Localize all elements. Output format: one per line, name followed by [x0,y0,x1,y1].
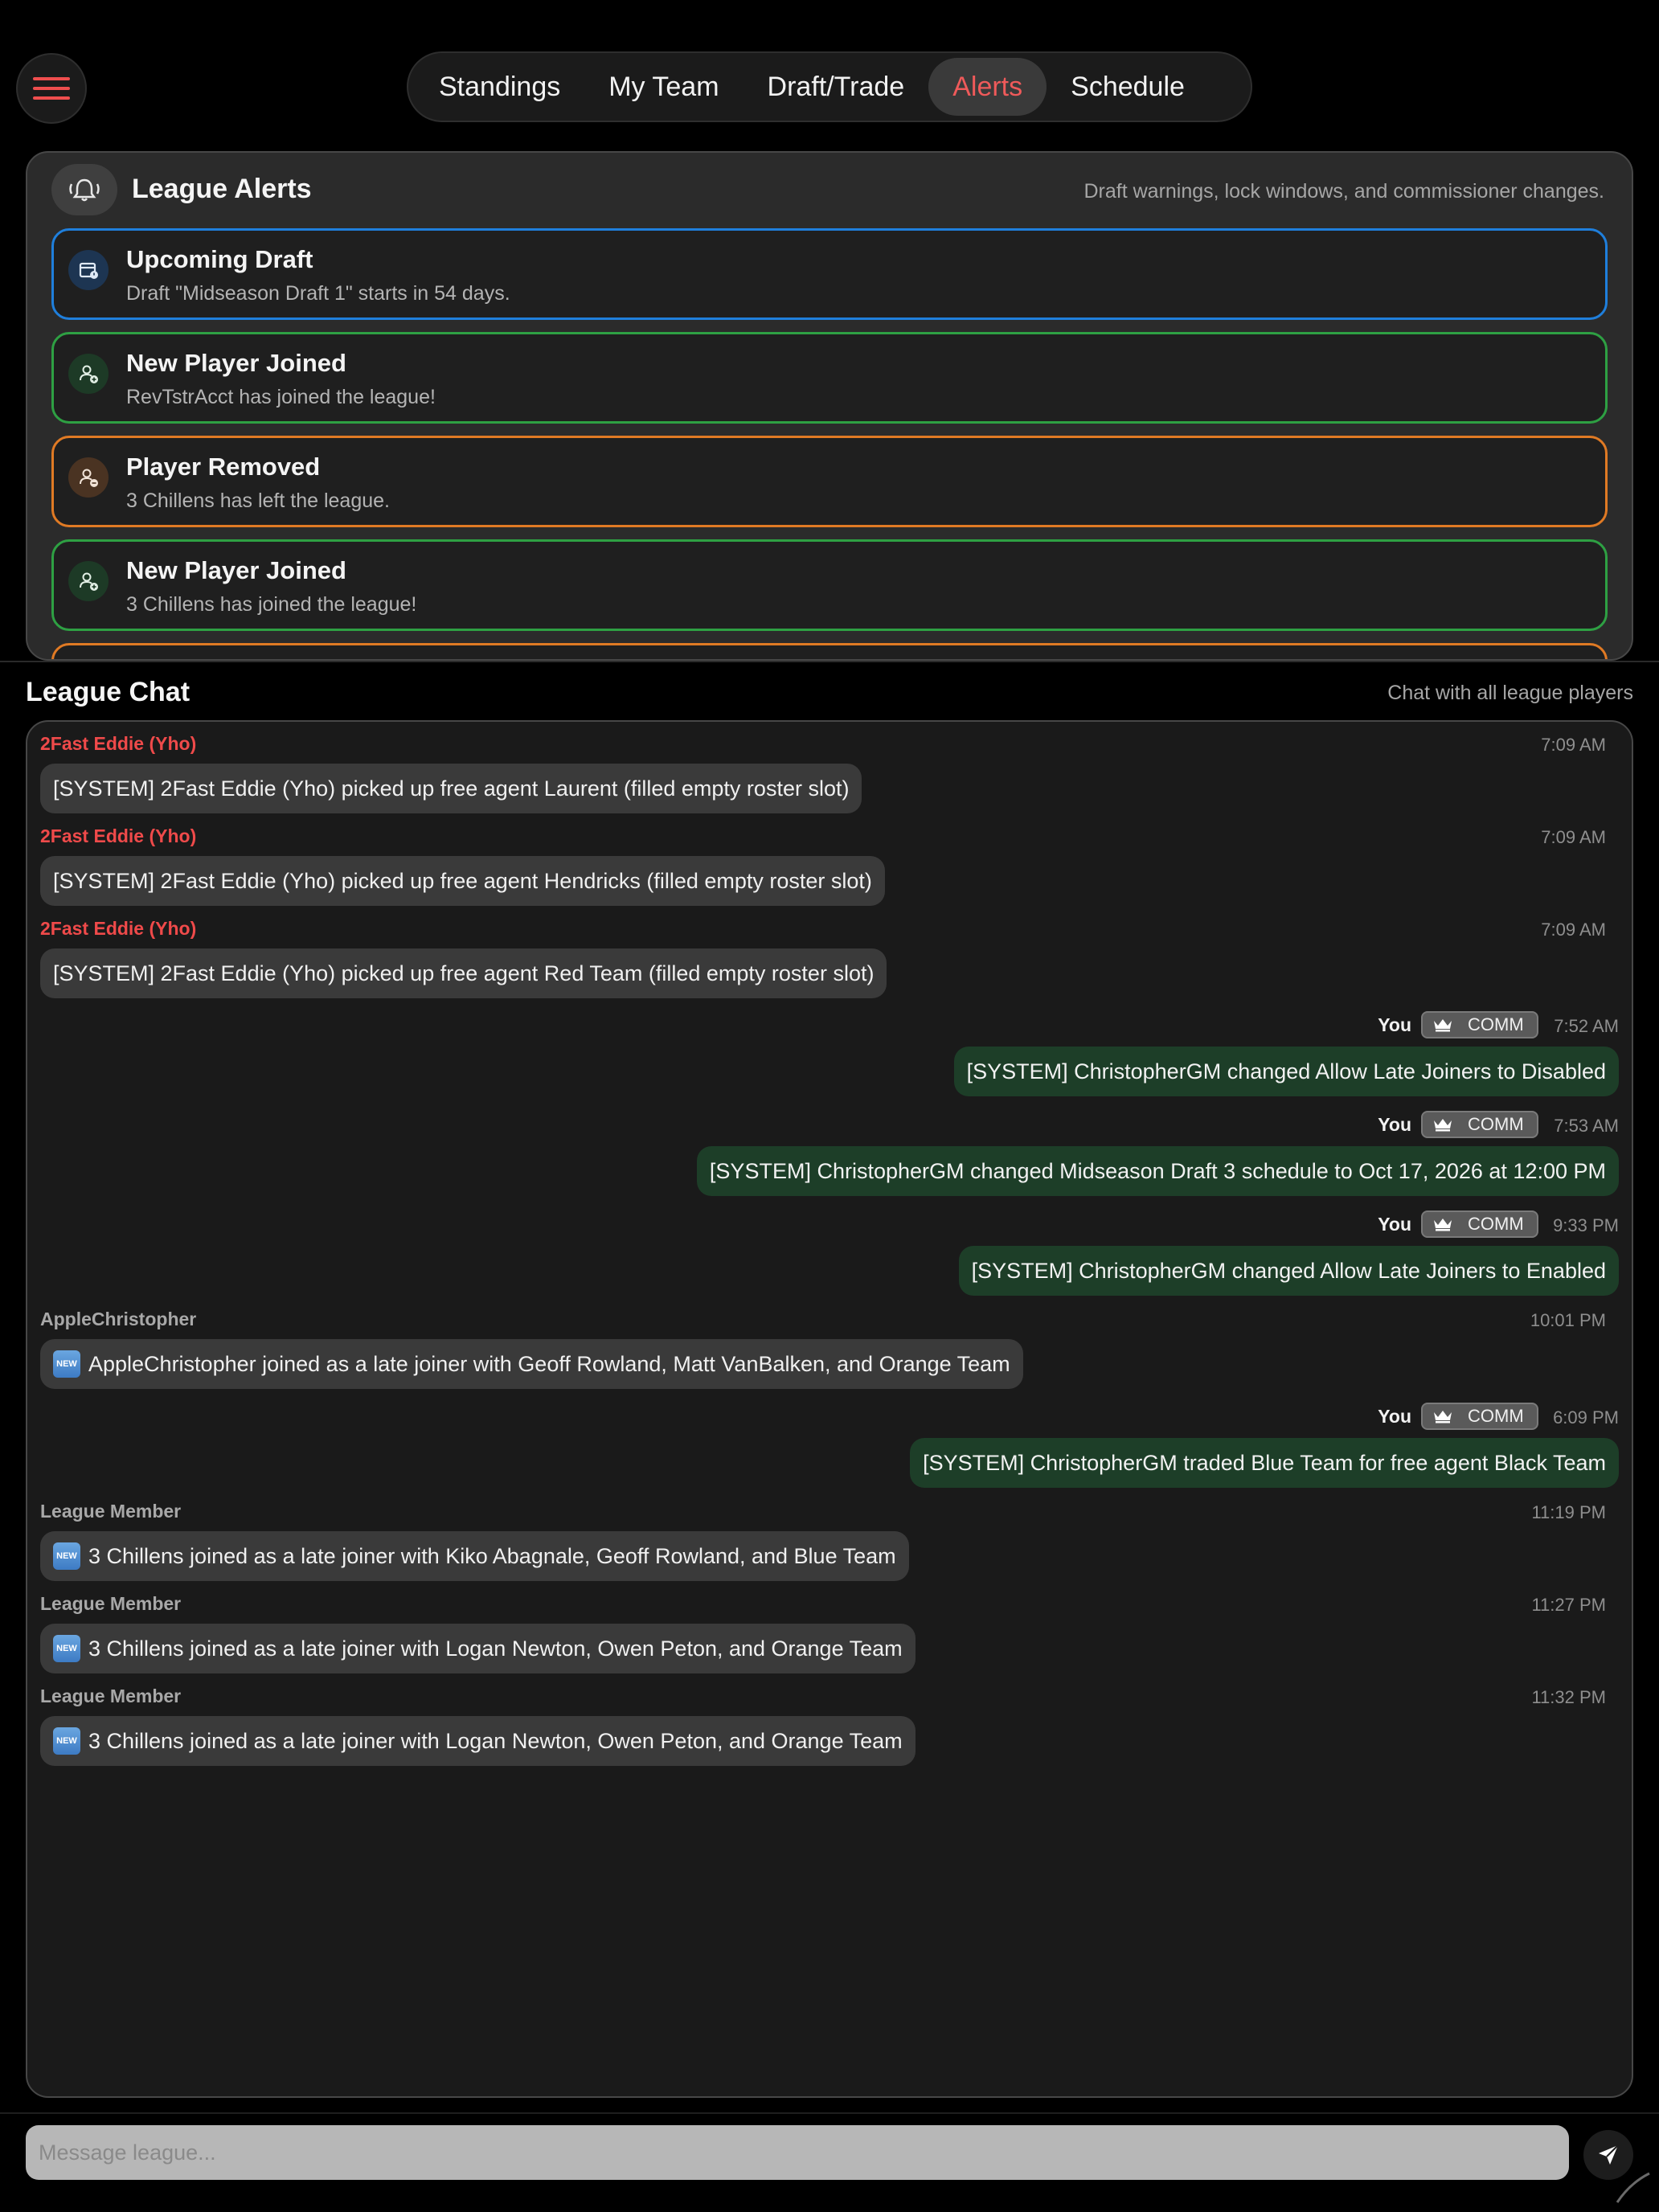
message-bubble-own: [SYSTEM] ChristopherGM changed Midseason… [696,1146,1619,1196]
message-sender: League Member [40,1686,182,1706]
message-sender: 2Fast Eddie (Yho) [40,918,197,939]
message-time: 7:53 AM [1554,1116,1619,1136]
commissioner-badge: COMM [1421,1111,1538,1138]
message-text: 3 Chillens joined as a late joiner with … [88,1636,903,1661]
new-emoji-icon: NEW [53,1542,80,1570]
alerts-subtitle: Draft warnings, lock windows, and commis… [1083,180,1605,203]
new-emoji-icon: NEW [53,1727,80,1755]
new-emoji-icon: NEW [53,1635,80,1662]
message-bubble: NEW AppleChristopher joined as a late jo… [40,1339,1023,1389]
message-text: 3 Chillens joined as a late joiner with … [88,1728,903,1753]
tab-draft-trade[interactable]: Draft/Trade [743,58,929,116]
message-sender-you: You [1378,1214,1411,1235]
message-time: 7:52 AM [1554,1016,1619,1036]
chat-title: League Chat [26,677,190,707]
message-time: 9:33 PM [1553,1215,1619,1235]
crown-icon [1434,1119,1452,1132]
message-bubble: NEW 3 Chillens joined as a late joiner w… [40,1716,916,1766]
alert-description: Draft "Midseason Draft 1" starts in 54 d… [126,282,510,305]
tab-standings[interactable]: Standings [415,58,584,116]
message-bubble: NEW 3 Chillens joined as a late joiner w… [40,1531,909,1581]
section-divider [0,661,1659,662]
alert-description: RevTstrAcct has joined the league! [126,386,436,408]
alert-title: New Player Joined [126,556,346,584]
main-nav: Standings My Team Draft/Trade Alerts Sch… [407,51,1252,122]
menu-icon-bar [33,87,70,90]
message-bubble: [SYSTEM] 2Fast Eddie (Yho) picked up fre… [40,764,862,813]
message-bubble-own: [SYSTEM] ChristopherGM traded Blue Team … [910,1438,1619,1488]
message-sender: League Member [40,1593,182,1614]
message-bubble-own: [SYSTEM] ChristopherGM changed Allow Lat… [953,1047,1619,1096]
alerts-title: League Alerts [132,174,312,204]
alert-title: Player Removed [126,453,321,481]
badge-label: COMM [1468,1406,1524,1426]
message-sender-you: You [1378,1114,1411,1135]
crown-icon [1434,1411,1452,1423]
message-sender-you: You [1378,1406,1411,1427]
message-sender-you: You [1378,1014,1411,1035]
alert-card-partial[interactable] [51,643,1608,659]
badge-label: COMM [1468,1114,1524,1134]
menu-icon-bar [33,96,70,100]
hamburger-menu-button[interactable] [16,53,87,124]
tab-my-team[interactable]: My Team [584,58,743,116]
message-time: 11:32 PM [1531,1687,1606,1707]
message-time: 10:01 PM [1530,1310,1606,1330]
message-sender: AppleChristopher [40,1309,197,1329]
message-sender: 2Fast Eddie (Yho) [40,733,197,754]
user-add-icon [68,354,109,394]
message-time: 6:09 PM [1553,1407,1619,1428]
message-bubble-own: [SYSTEM] ChristopherGM changed Allow Lat… [958,1246,1619,1296]
crown-icon [1434,1019,1452,1032]
alert-card-new-player[interactable]: New Player Joined 3 Chillens has joined … [51,539,1608,631]
resize-handle-icon [1616,2172,1650,2203]
message-input[interactable] [26,2125,1569,2180]
send-icon [1599,2144,1619,2165]
badge-label: COMM [1468,1014,1524,1034]
composer-divider [0,2112,1659,2114]
user-remove-icon [68,457,109,498]
alerts-header: League Alerts Draft warnings, lock windo… [27,153,1632,233]
alert-card-new-player[interactable]: New Player Joined RevTstrAcct has joined… [51,332,1608,424]
menu-icon-bar [33,77,70,80]
alert-title: New Player Joined [126,349,346,377]
message-time: 11:27 PM [1531,1595,1606,1615]
badge-label: COMM [1468,1214,1524,1234]
message-bubble: [SYSTEM] 2Fast Eddie (Yho) picked up fre… [40,856,885,906]
message-bubble: [SYSTEM] 2Fast Eddie (Yho) picked up fre… [40,948,887,998]
alert-title: Upcoming Draft [126,245,313,273]
commissioner-badge: COMM [1421,1210,1538,1238]
tab-schedule[interactable]: Schedule [1047,58,1209,116]
chat-subtitle: Chat with all league players [1387,682,1633,704]
alert-description: 3 Chillens has left the league. [126,490,390,512]
message-text: AppleChristopher joined as a late joiner… [88,1351,1010,1376]
message-time: 7:09 AM [1541,735,1606,755]
message-text: 3 Chillens joined as a late joiner with … [88,1543,896,1568]
calendar-icon [68,250,109,290]
crown-icon [1434,1219,1452,1231]
message-time: 11:19 PM [1531,1502,1606,1522]
message-bubble: NEW 3 Chillens joined as a late joiner w… [40,1624,916,1673]
commissioner-badge: COMM [1421,1403,1538,1430]
tab-alerts[interactable]: Alerts [928,58,1047,116]
bell-ring-icon [51,164,117,215]
league-alerts-panel: League Alerts Draft warnings, lock windo… [26,151,1633,661]
commissioner-badge: COMM [1421,1011,1538,1038]
chat-message-list[interactable]: 2Fast Eddie (Yho) 7:09 AM [SYSTEM] 2Fast… [26,720,1633,2098]
message-time: 7:09 AM [1541,827,1606,847]
message-sender: 2Fast Eddie (Yho) [40,825,197,846]
message-time: 7:09 AM [1541,920,1606,940]
new-emoji-icon: NEW [53,1350,80,1378]
message-sender: League Member [40,1501,182,1522]
alert-card-upcoming-draft[interactable]: Upcoming Draft Draft "Midseason Draft 1"… [51,228,1608,320]
alert-card-player-removed[interactable]: Player Removed 3 Chillens has left the l… [51,436,1608,527]
alert-description: 3 Chillens has joined the league! [126,593,417,616]
user-add-icon [68,561,109,601]
app-page: Standings My Team Draft/Trade Alerts Sch… [0,0,1659,2212]
